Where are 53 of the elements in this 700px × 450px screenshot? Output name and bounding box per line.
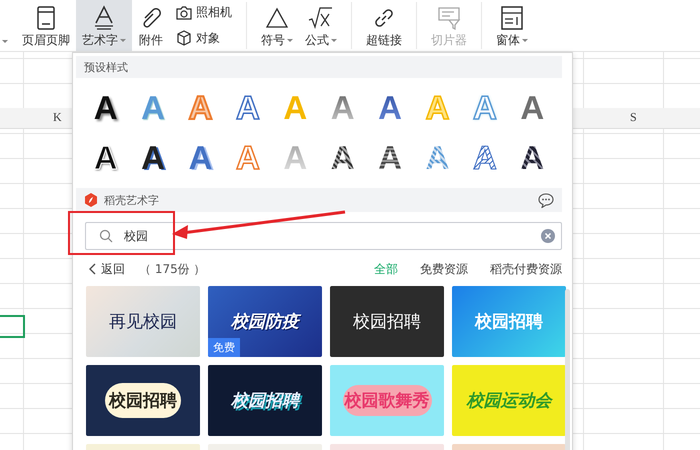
square-root-icon (308, 6, 334, 30)
thumbnail-title: 校园招聘 (475, 311, 543, 333)
filter-tab[interactable]: 免费资源 (420, 260, 468, 278)
wordart-thumbnail[interactable]: 校园防疫 免费 (208, 286, 322, 357)
thumbnail-title: 再见校园 (109, 311, 177, 333)
thumbnail-title: 校园招聘 (353, 311, 421, 333)
wordart-thumbnail[interactable]: 校园招聘 (330, 286, 444, 357)
wordart-thumbnail[interactable]: 校园招聘 (208, 365, 322, 436)
thumbnail-title: 校园防疫 (231, 310, 299, 333)
ribbon-button[interactable]: 页眉页脚 (16, 0, 76, 51)
camera-icon (176, 6, 192, 20)
form-icon (501, 6, 523, 30)
ribbon-button[interactable]: 超链接 (360, 0, 408, 51)
thumbnail-title: 校园招聘 (231, 390, 299, 412)
letter-a-icon (92, 5, 116, 31)
page-icon (36, 6, 56, 30)
section-title: 稻壳艺术字 (104, 192, 159, 208)
preset-style[interactable]: A (94, 86, 118, 130)
cube-icon (176, 30, 192, 46)
preset-style[interactable]: A (236, 86, 260, 130)
logo-icon (84, 193, 98, 207)
column-header[interactable]: S (630, 110, 637, 125)
preset-style[interactable]: A (188, 136, 212, 180)
ribbon-button[interactable]: 对象 (176, 30, 232, 47)
chat-icon[interactable] (538, 192, 554, 208)
scrollbar[interactable] (565, 289, 570, 450)
ribbon-button[interactable]: 艺术字 (76, 0, 132, 51)
ribbon-button[interactable]: 公式 (299, 0, 343, 51)
preset-style[interactable]: A (520, 86, 544, 130)
thumbnail-title: 校园招聘 (105, 383, 181, 418)
thumbnail-title: 校园运动会 (466, 390, 552, 412)
column-header[interactable]: K (53, 110, 62, 125)
ribbon-button[interactable]: 照相机 (176, 4, 232, 22)
filter-icon (437, 6, 461, 30)
wordart-thumbnail[interactable]: 再见校园 (86, 286, 200, 357)
selected-cell[interactable] (0, 315, 25, 338)
chevron-left-icon (88, 263, 96, 275)
filter-tab[interactable]: 稻壳付费资源 (490, 260, 562, 278)
triangle-icon (265, 7, 289, 29)
ribbon-button[interactable]: 附件 (132, 0, 170, 51)
caret-icon[interactable] (2, 40, 8, 43)
section-title: 预设样式 (84, 60, 128, 74)
wordart-thumbnail[interactable]: 校园招聘 (86, 365, 200, 436)
clear-icon[interactable] (541, 229, 555, 243)
result-count: （ 175份 ） (139, 260, 206, 278)
search-field[interactable]: 校园 (85, 222, 562, 250)
search-icon (99, 229, 113, 243)
ribbon-button[interactable]: 符号 (255, 0, 299, 51)
free-badge: 免费 (208, 338, 240, 357)
thumbnail-title: 校园歌舞秀 (342, 385, 432, 416)
back-link[interactable]: 返回 (88, 260, 125, 278)
ribbon-button[interactable]: 窗体 (490, 0, 534, 51)
preset-style[interactable]: A (141, 136, 166, 180)
